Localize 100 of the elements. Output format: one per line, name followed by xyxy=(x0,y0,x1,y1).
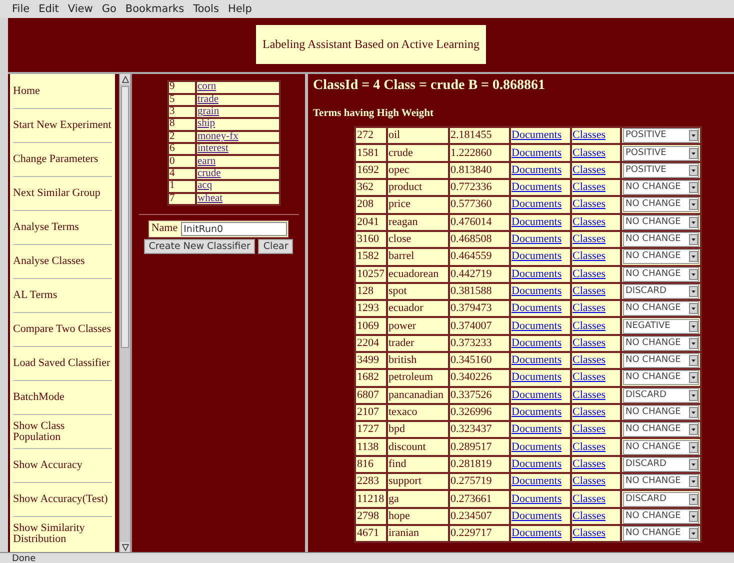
sidebar-item[interactable]: Show Class Population xyxy=(13,420,112,443)
sidebar-item[interactable]: Show Accuracy xyxy=(13,460,82,472)
sidebar-item[interactable]: AL Terms xyxy=(13,290,58,302)
table-cell: ga xyxy=(388,491,448,507)
action-dropdown[interactable]: NO CHANGE xyxy=(622,405,698,420)
table-cell: 1138 xyxy=(356,439,386,455)
sidebar-item[interactable]: Home xyxy=(13,86,40,97)
action-dropdown[interactable]: NO CHANGE xyxy=(622,249,698,264)
class-link[interactable]: acq xyxy=(198,180,212,192)
table-cell: reagan xyxy=(388,214,448,230)
table-cell: 0.772336 xyxy=(450,180,508,196)
table-cell: texaco xyxy=(388,404,448,420)
table-cell: 0.340226 xyxy=(450,370,508,386)
action-dropdown[interactable]: DISCARD xyxy=(622,492,698,506)
table-cell: 3 xyxy=(168,106,194,118)
table-cell: 1 xyxy=(168,181,194,192)
table-cell: 0 xyxy=(168,156,194,167)
menu-item[interactable]: Tools xyxy=(193,2,219,15)
table-cell: 0.326996 xyxy=(450,404,508,420)
action-dropdown[interactable]: NO CHANGE xyxy=(622,353,698,368)
action-dropdown[interactable]: NO CHANGE xyxy=(622,370,698,386)
action-dropdown[interactable]: NO CHANGE xyxy=(622,266,698,282)
form-button[interactable]: Create New Classifier xyxy=(144,239,256,254)
action-dropdown[interactable]: NO CHANGE xyxy=(622,336,698,351)
action-dropdown[interactable]: DISCARD xyxy=(622,284,698,299)
table-cell: 0.234507 xyxy=(450,508,508,524)
table-cell: 0.577360 xyxy=(450,197,508,213)
menu-item[interactable]: Help xyxy=(228,2,252,15)
table-cell: opec xyxy=(388,162,448,178)
table-cell: ecuadorean xyxy=(388,266,448,282)
table-cell: pancanadian xyxy=(388,388,448,403)
menu-item[interactable]: File xyxy=(12,2,30,15)
action-dropdown[interactable]: POSITIVE xyxy=(622,162,698,178)
table-cell: ecuador xyxy=(388,301,448,316)
menu-item[interactable]: Go xyxy=(102,2,116,15)
status-text: Done xyxy=(12,554,36,563)
form-button[interactable]: Clear xyxy=(258,239,294,254)
table-cell: british xyxy=(388,352,448,368)
sidebar-item[interactable]: BatchMode xyxy=(13,392,64,404)
action-dropdown[interactable]: NO CHANGE xyxy=(622,214,698,230)
action-dropdown[interactable]: NEGATIVE xyxy=(622,318,698,334)
sidebar-item[interactable]: Show Accuracy(Test) xyxy=(13,494,108,506)
action-dropdown[interactable]: NO CHANGE xyxy=(622,422,698,438)
table-cell: 0.323437 xyxy=(450,422,508,438)
scrollbar[interactable] xyxy=(119,74,130,552)
action-dropdown[interactable]: POSITIVE xyxy=(622,128,698,144)
action-dropdown[interactable]: NO CHANGE xyxy=(622,180,698,196)
table-cell: 1582 xyxy=(356,249,386,264)
table-cell: 0.379473 xyxy=(450,301,508,316)
sidebar-item[interactable]: Show Similarity Distribution xyxy=(13,522,112,545)
action-dropdown[interactable]: NO CHANGE xyxy=(622,301,698,316)
action-dropdown[interactable]: NO CHANGE xyxy=(622,197,698,212)
up-arrow-icon xyxy=(122,76,129,83)
action-dropdown[interactable]: POSITIVE xyxy=(622,146,698,161)
action-dropdown[interactable]: NO CHANGE xyxy=(622,232,698,248)
sidebar-item[interactable]: Load Saved Classifier xyxy=(13,358,110,370)
table-cell: 1581 xyxy=(356,145,386,161)
table-cell: 128 xyxy=(356,284,386,300)
table-cell: 1069 xyxy=(356,318,386,334)
table-cell: 362 xyxy=(356,180,386,196)
table-cell: iranian xyxy=(388,526,448,542)
sidebar-item[interactable]: Compare Two Classes xyxy=(13,324,112,336)
menu-item[interactable]: Bookmarks xyxy=(125,2,184,15)
sidebar-item[interactable]: Change Parameters xyxy=(13,154,98,166)
action-dropdown[interactable]: DISCARD xyxy=(622,456,698,472)
sidebar-item[interactable]: Analyse Terms xyxy=(13,222,79,234)
action-dropdown[interactable]: NO CHANGE xyxy=(622,440,698,455)
table-cell: 4 xyxy=(168,168,194,180)
table-cell: 2041 xyxy=(356,214,386,230)
table-cell: 10257 xyxy=(356,266,386,282)
action-dropdown[interactable]: DISCARD xyxy=(622,388,698,403)
table-cell: 1727 xyxy=(356,422,386,438)
page-title: Labeling Assistant Based on Active Learning xyxy=(256,25,486,64)
table-cell: 2107 xyxy=(356,404,386,420)
action-dropdown[interactable]: NO CHANGE xyxy=(622,474,698,490)
name-field[interactable]: InitRun0 xyxy=(180,222,287,236)
table-cell: power xyxy=(388,318,448,334)
table-cell: 0.374007 xyxy=(450,318,508,334)
table-cell: petroleum xyxy=(388,370,448,386)
table-cell: trader xyxy=(388,336,448,351)
table-cell: 0.468508 xyxy=(450,232,508,248)
table-cell: 816 xyxy=(356,456,386,472)
section-heading: Terms having High Weight xyxy=(313,108,434,120)
table-cell: 6 xyxy=(168,144,194,154)
sidebar-item[interactable]: Next Similar Group xyxy=(13,188,100,200)
sidebar-item[interactable]: Analyse Classes xyxy=(13,256,85,268)
table-cell: 9 xyxy=(168,82,194,93)
sidebar-item[interactable]: Start New Experiment xyxy=(13,120,112,132)
action-dropdown[interactable]: NO CHANGE xyxy=(622,526,698,542)
table-cell: spot xyxy=(388,284,448,300)
table-cell: 1692 xyxy=(356,162,386,178)
action-dropdown[interactable]: NO CHANGE xyxy=(622,508,698,524)
table-cell: 0.476014 xyxy=(450,214,508,230)
table-cell: barrel xyxy=(388,249,448,264)
table-cell: oil xyxy=(388,128,448,144)
table-cell: 0.281819 xyxy=(450,456,508,472)
menu-item[interactable]: Edit xyxy=(38,2,59,15)
table-cell: 3499 xyxy=(356,352,386,368)
table-cell: 1.222860 xyxy=(450,145,508,161)
menu-item[interactable]: View xyxy=(68,2,93,15)
